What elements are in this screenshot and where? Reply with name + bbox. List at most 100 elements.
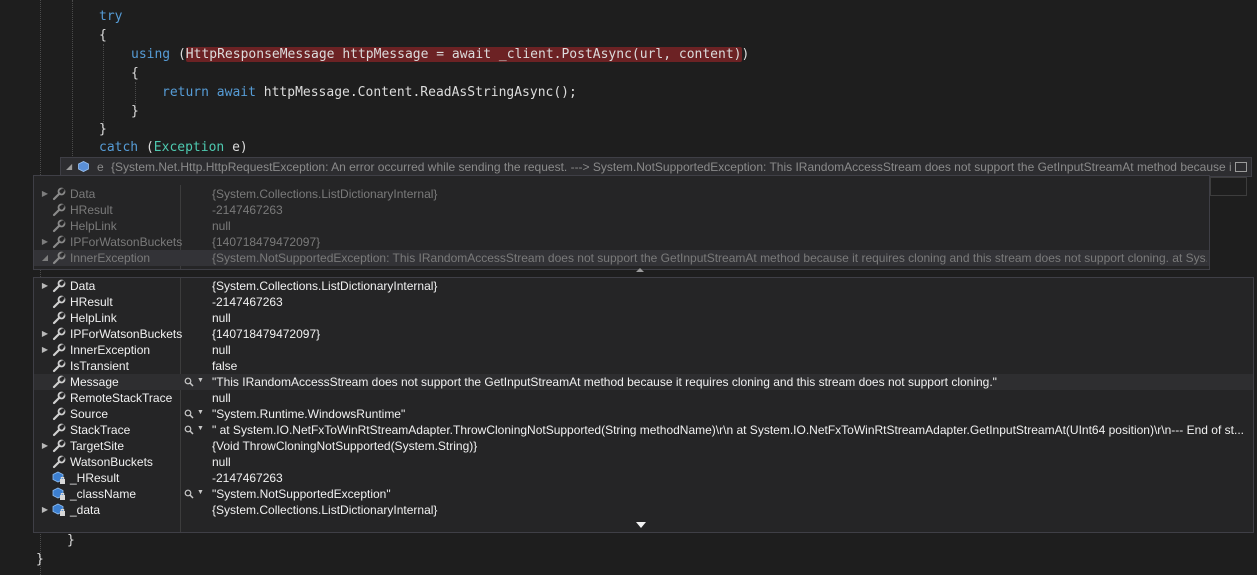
wrench-icon bbox=[52, 203, 66, 217]
datatip-row[interactable]: WatsonBuckets null bbox=[34, 454, 1253, 470]
property-name: WatsonBuckets bbox=[70, 455, 153, 469]
code-line-brace: { bbox=[131, 66, 139, 81]
pin-icon[interactable] bbox=[1235, 162, 1247, 172]
property-value: null bbox=[212, 455, 231, 469]
property-value: -2147467263 bbox=[212, 295, 283, 309]
datatip-outer-panel[interactable]: ▶ Data {System.Collections.ListDictionaryI… bbox=[33, 175, 1210, 270]
private-field-icon bbox=[52, 471, 66, 485]
datatip-inner-panel[interactable]: ▶ Data {System.Collections.ListDictionaryI… bbox=[33, 277, 1254, 533]
property-value[interactable]: "System.Runtime.WindowsRuntime" bbox=[212, 406, 1250, 422]
property-name: HResult bbox=[70, 295, 113, 309]
expand-arrow-icon[interactable]: ▶ bbox=[40, 438, 50, 454]
wrench-icon bbox=[52, 235, 66, 249]
property-value: null bbox=[212, 219, 231, 233]
property-name: IPForWatsonBuckets bbox=[70, 235, 183, 249]
property-name: Source bbox=[70, 407, 109, 421]
wrench-icon bbox=[52, 343, 66, 357]
code-line-brace: } bbox=[36, 552, 44, 567]
property-value: {System.NotSupportedException: This IRan… bbox=[212, 251, 1207, 265]
property-name: InnerException bbox=[70, 343, 151, 357]
magnifier-icon[interactable]: ▼ bbox=[184, 374, 206, 390]
datatip-row[interactable]: RemoteStackTrace null bbox=[34, 390, 1253, 406]
magnifier-icon[interactable]: ▼ bbox=[184, 486, 206, 502]
wrench-icon bbox=[52, 359, 66, 373]
datatip-value: {System.Net.Http.HttpRequestException: A… bbox=[111, 160, 1231, 174]
code-line-brace: } bbox=[131, 104, 139, 119]
datatip-row[interactable]: HResult -2147467263 bbox=[34, 202, 1209, 218]
wrench-icon bbox=[52, 375, 66, 389]
wrench-icon bbox=[52, 251, 66, 265]
property-name: StackTrace bbox=[70, 423, 131, 437]
datatip-row[interactable]: ▶ Data {System.Collections.ListDictionaryI… bbox=[34, 278, 1253, 294]
magnifier-icon[interactable]: ▼ bbox=[184, 422, 206, 438]
property-value: {140718479472097} bbox=[212, 327, 321, 341]
property-value: null bbox=[212, 343, 231, 357]
expand-arrow-icon[interactable]: ▶ bbox=[40, 278, 50, 294]
datatip-header[interactable]: ◢ e {System.Net.Http.HttpRequestExceptio… bbox=[60, 157, 1252, 177]
property-name: HelpLink bbox=[70, 311, 117, 325]
code-line-brace: } bbox=[99, 122, 107, 137]
property-value[interactable]: "System.NotSupportedException" bbox=[212, 486, 1250, 502]
wrench-icon bbox=[52, 219, 66, 233]
property-name: _data bbox=[70, 503, 101, 517]
datatip-row[interactable]: HelpLink null bbox=[34, 218, 1209, 234]
property-value[interactable]: " at System.IO.NetFxToWinRtStreamAdapter… bbox=[212, 422, 1250, 438]
datatip-row[interactable]: ▶ InnerException null bbox=[34, 342, 1253, 358]
wrench-icon bbox=[52, 187, 66, 201]
code-line-return: return await httpMessage.Content.ReadAsS… bbox=[162, 85, 577, 100]
wrench-icon bbox=[52, 311, 66, 325]
expand-arrow-icon[interactable]: ▶ bbox=[40, 326, 50, 342]
datatip-row[interactable]: _HResult -2147467263 bbox=[34, 470, 1253, 486]
datatip-row[interactable]: _className ▼ "System.NotSupportedException… bbox=[34, 486, 1253, 502]
expand-arrow-icon[interactable]: ▶ bbox=[40, 234, 50, 250]
editor-selection-box bbox=[1210, 177, 1247, 196]
datatip-row[interactable]: ▶ IPForWatsonBuckets {140718479472097} bbox=[34, 326, 1253, 342]
wrench-icon bbox=[52, 279, 66, 293]
datatip-row[interactable]: ▶ TargetSite {Void ThrowCloningNotSupporte… bbox=[34, 438, 1253, 454]
wrench-icon bbox=[52, 391, 66, 405]
indent-guide bbox=[72, 0, 73, 160]
datatip-row[interactable]: HResult -2147467263 bbox=[34, 294, 1253, 310]
magnifier-icon[interactable]: ▼ bbox=[184, 406, 206, 422]
property-name: RemoteStackTrace bbox=[70, 391, 173, 405]
wrench-icon bbox=[52, 423, 66, 437]
wrench-icon bbox=[52, 439, 66, 453]
expand-arrow-icon[interactable]: ▶ bbox=[40, 502, 50, 518]
code-line-catch: catch (Exception e) bbox=[99, 140, 248, 155]
error-highlight: HttpResponseMessage httpMessage = await … bbox=[185, 47, 742, 62]
expand-arrow-icon[interactable]: ▶ bbox=[40, 186, 50, 202]
property-name: Message bbox=[70, 375, 119, 389]
code-line-using: using (HttpResponseMessage httpMessage =… bbox=[131, 47, 750, 62]
property-name: InnerException bbox=[70, 251, 151, 265]
property-value: {Void ThrowCloningNotSupported(System.St… bbox=[212, 439, 478, 453]
datatip-row[interactable]: ◢ InnerException {System.NotSupportedExcep… bbox=[34, 250, 1209, 266]
property-value: {System.Collections.ListDictionaryIntern… bbox=[212, 279, 438, 293]
expand-arrow-icon[interactable]: ▶ bbox=[40, 342, 50, 358]
property-value: {System.Collections.ListDictionaryIntern… bbox=[212, 187, 438, 201]
wrench-icon bbox=[52, 407, 66, 421]
datatip-row[interactable]: ▶ Data {System.Collections.ListDictionaryI… bbox=[34, 186, 1209, 202]
property-value: {140718479472097} bbox=[212, 235, 321, 249]
property-name: HResult bbox=[70, 203, 113, 217]
datatip-row[interactable]: HelpLink null bbox=[34, 310, 1253, 326]
property-name: HelpLink bbox=[70, 219, 117, 233]
scroll-up-indicator[interactable] bbox=[636, 268, 644, 272]
property-name: _HResult bbox=[70, 471, 120, 485]
collapse-arrow-icon[interactable]: ◢ bbox=[40, 250, 50, 266]
property-value[interactable]: "This IRandomAccessStream does not suppo… bbox=[212, 374, 1250, 390]
property-name: Data bbox=[70, 187, 96, 201]
datatip-row[interactable]: ▶ _data {System.Collections.ListDictionary… bbox=[34, 502, 1253, 518]
object-icon bbox=[78, 161, 89, 172]
datatip-row[interactable]: Source ▼ "System.Runtime.WindowsRuntime" bbox=[34, 406, 1253, 422]
expanded-arrow-icon[interactable]: ◢ bbox=[66, 158, 72, 176]
property-name: IPForWatsonBuckets bbox=[70, 327, 183, 341]
property-value: -2147467263 bbox=[212, 203, 283, 217]
datatip-row[interactable]: ▶ IPForWatsonBuckets {140718479472097} bbox=[34, 234, 1209, 250]
scroll-down-indicator[interactable] bbox=[636, 522, 646, 528]
datatip-row[interactable]: StackTrace ▼ " at System.IO.NetFxToWinRtSt… bbox=[34, 422, 1253, 438]
private-field-icon bbox=[52, 487, 66, 501]
property-value: {System.Collections.ListDictionaryIntern… bbox=[212, 503, 438, 517]
datatip-row[interactable]: Message ▼ "This IRandomAccessStream does n… bbox=[34, 374, 1253, 390]
property-value: -2147467263 bbox=[212, 471, 283, 485]
datatip-row[interactable]: IsTransient false bbox=[34, 358, 1253, 374]
